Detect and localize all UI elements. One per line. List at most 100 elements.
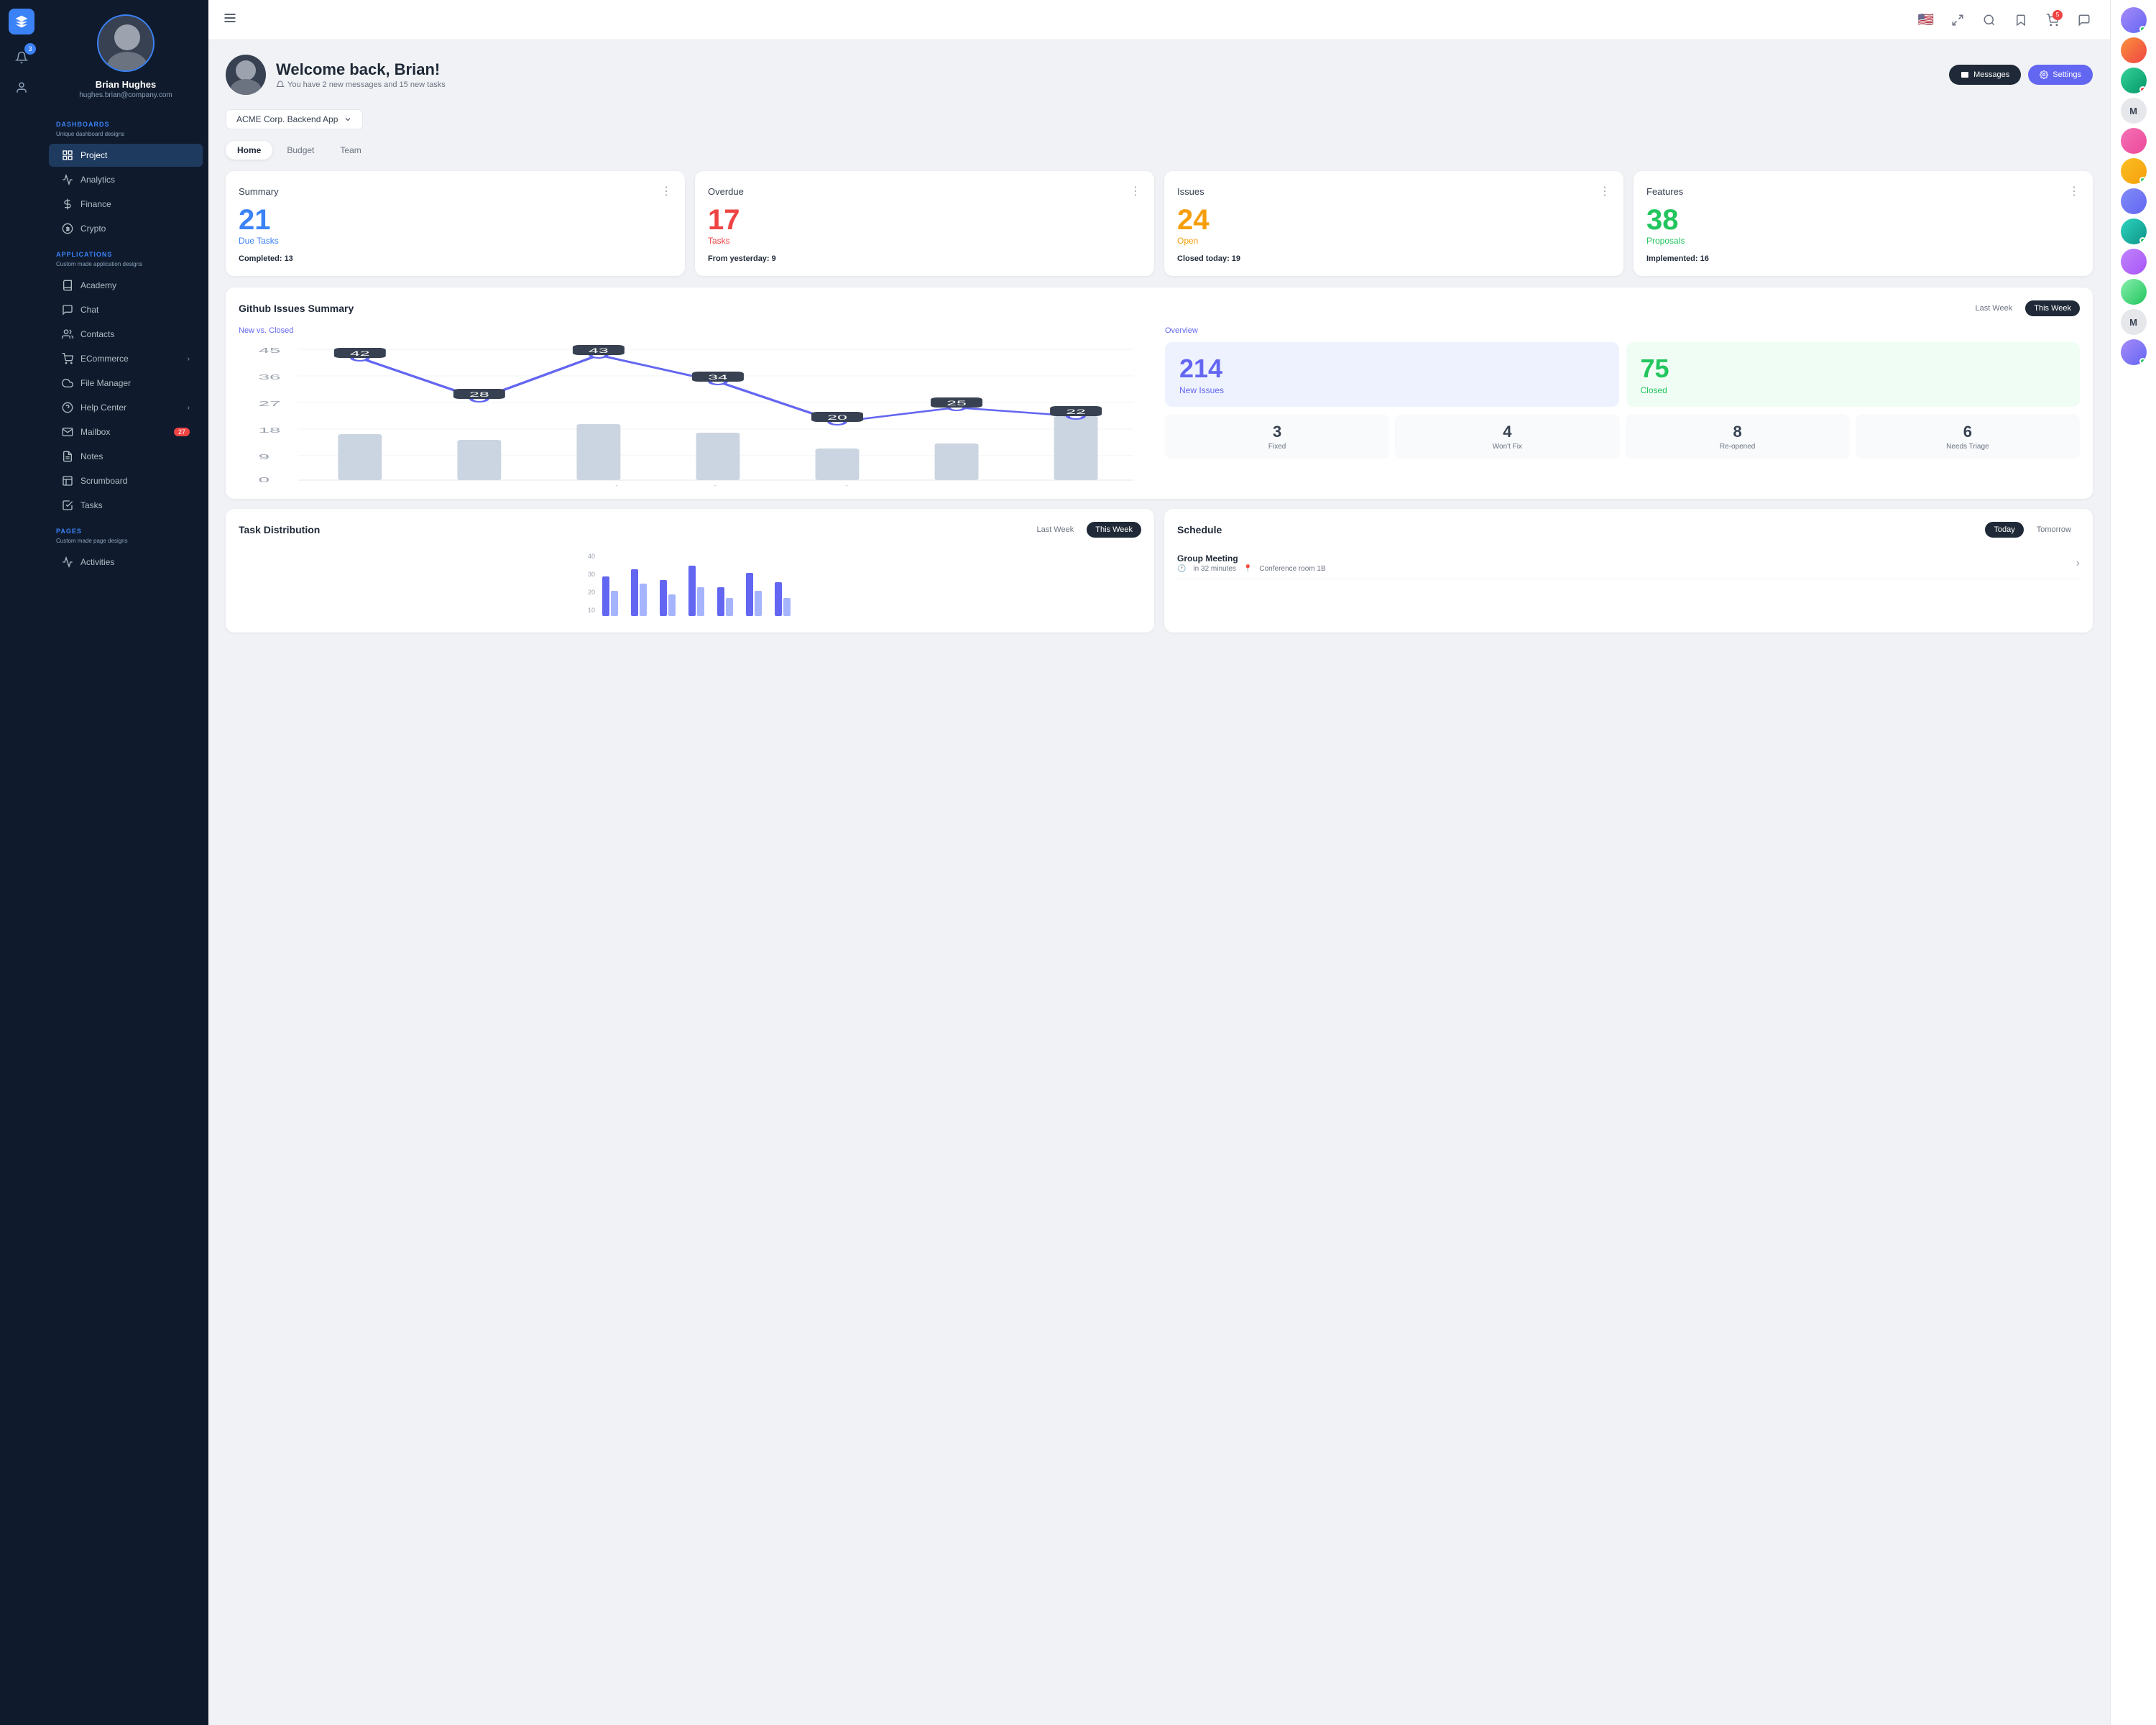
menu-toggle[interactable] [223, 11, 237, 29]
svg-text:30: 30 [588, 571, 595, 578]
sidebar-item-contacts[interactable]: Contacts [49, 323, 203, 346]
right-avatar-9[interactable] [2121, 249, 2147, 275]
new-issues-label: New Issues [1179, 385, 1605, 395]
flag-icon-btn[interactable]: 🇺🇸 [1915, 9, 1938, 32]
messages-topbar-btn[interactable] [2073, 9, 2096, 32]
github-last-week-btn[interactable]: Last Week [1966, 300, 2021, 316]
app-logo[interactable] [9, 9, 34, 34]
sidebar-item-label: File Manager [80, 378, 131, 388]
dashboards-section-label: DASHBOARDS [43, 111, 208, 131]
notification-badge: 3 [24, 43, 36, 55]
overview-bottom: 3 Fixed 4 Won't Fix 8 Re-opened 6 [1165, 414, 2080, 459]
chart-area: New vs. Closed 45 36 27 18 9 0 [239, 326, 1153, 486]
svg-text:18: 18 [259, 426, 281, 434]
sidebar-item-activities[interactable]: Activities [49, 551, 203, 574]
chevron-down-icon [344, 115, 352, 124]
right-avatar-12[interactable] [2121, 339, 2147, 365]
right-avatar-1[interactable] [2121, 7, 2147, 33]
card-features-menu[interactable]: ⋮ [2068, 184, 2080, 198]
mailbox-badge: 27 [174, 428, 190, 436]
sidebar-item-label: Tasks [80, 500, 103, 510]
card-summary-menu[interactable]: ⋮ [660, 184, 672, 198]
task-dist-svg: 40 30 20 10 [246, 548, 1134, 620]
svg-text:10: 10 [588, 607, 595, 614]
svg-text:Mon: Mon [341, 484, 379, 486]
svg-text:27: 27 [259, 400, 281, 408]
sidebar-item-crypto[interactable]: Crypto [49, 217, 203, 240]
overview-top: 214 New Issues 75 Closed [1165, 342, 2080, 407]
schedule-section: Schedule Today Tomorrow Group Meeting 🕐 … [1164, 509, 2093, 632]
sidebar-item-project[interactable]: Project [49, 144, 203, 167]
ecommerce-chevron: › [188, 355, 190, 363]
sidebar-item-label: Mailbox [80, 427, 110, 437]
svg-text:22: 22 [1066, 408, 1086, 415]
schedule-today-btn[interactable]: Today [1985, 522, 2023, 538]
sidebar-item-helpcenter[interactable]: Help Center › [49, 396, 203, 419]
applications-section-label: APPLICATIONS [43, 241, 208, 261]
tab-team[interactable]: Team [328, 141, 372, 160]
right-avatar-2[interactable] [2121, 37, 2147, 63]
sidebar-item-ecommerce[interactable]: ECommerce › [49, 347, 203, 370]
flag-icon: 🇺🇸 [1918, 12, 1934, 27]
cart-btn[interactable]: 5 [2041, 9, 2064, 32]
right-avatar-3[interactable] [2121, 68, 2147, 93]
sidebar-item-tasks[interactable]: Tasks [49, 494, 203, 517]
github-this-week-btn[interactable]: This Week [2025, 300, 2080, 316]
right-avatar-11[interactable]: M [2121, 309, 2147, 335]
bookmark-btn[interactable] [2009, 9, 2032, 32]
tab-home[interactable]: Home [226, 141, 272, 160]
search-btn[interactable] [1978, 9, 2001, 32]
book-icon [62, 280, 73, 291]
sidebar-item-label: Activities [80, 557, 114, 567]
profile-btn[interactable] [9, 75, 34, 101]
overview-fixed: 3 Fixed [1165, 414, 1389, 459]
sidebar-item-chat[interactable]: Chat [49, 298, 203, 321]
overview-label: Overview [1165, 326, 2080, 335]
card-summary: Summary ⋮ 21 Due Tasks Completed: 13 [226, 171, 685, 276]
right-avatar-4[interactable]: M [2121, 98, 2147, 124]
right-avatar-6[interactable] [2121, 158, 2147, 184]
right-avatar-10[interactable] [2121, 279, 2147, 305]
task-this-week-btn[interactable]: This Week [1087, 522, 1141, 538]
sidebar-item-finance[interactable]: Finance [49, 193, 203, 216]
sidebar-item-scrumboard[interactable]: Scrumboard [49, 469, 203, 492]
sidebar-item-analytics[interactable]: Analytics [49, 168, 203, 191]
card-issues-menu[interactable]: ⋮ [1599, 184, 1611, 198]
mail-icon [62, 426, 73, 438]
online-dot-6 [2139, 177, 2146, 183]
online-dot-1 [2139, 26, 2146, 32]
sidebar-item-label: Chat [80, 305, 98, 315]
note-icon [62, 451, 73, 462]
card-overdue-title: Overdue [708, 186, 744, 197]
sidebar-item-filemanager[interactable]: File Manager [49, 372, 203, 395]
task-last-week-btn[interactable]: Last Week [1028, 522, 1082, 538]
card-overdue-menu[interactable]: ⋮ [1130, 184, 1141, 198]
fullscreen-btn[interactable] [1946, 9, 1969, 32]
schedule-title: Schedule [1177, 524, 1222, 535]
cart-icon [62, 353, 73, 364]
project-selector[interactable]: ACME Corp. Backend App [226, 109, 363, 129]
schedule-time-icon: 🕐 [1177, 565, 1186, 573]
sidebar-item-mailbox[interactable]: Mailbox 27 [49, 420, 203, 443]
github-title: Github Issues Summary [239, 303, 354, 314]
wontfix-label: Won't Fix [1404, 443, 1611, 451]
schedule-tomorrow-btn[interactable]: Tomorrow [2028, 522, 2080, 538]
svg-text:Tue: Tue [463, 484, 497, 486]
messages-button[interactable]: Messages [1949, 65, 2021, 85]
notifications-btn[interactable]: 3 [9, 45, 34, 70]
sidebar-item-academy[interactable]: Academy [49, 274, 203, 297]
sidebar-item-notes[interactable]: Notes [49, 445, 203, 468]
message-icon [2078, 14, 2091, 27]
settings-button[interactable]: Settings [2028, 65, 2093, 85]
card-summary-label: Due Tasks [239, 236, 672, 246]
schedule-chevron[interactable]: › [2076, 557, 2080, 570]
right-avatar-7[interactable] [2121, 188, 2147, 214]
chart-label: New vs. Closed [239, 326, 1153, 335]
dollar-icon [62, 198, 73, 210]
right-avatar-8[interactable] [2121, 218, 2147, 244]
tab-budget[interactable]: Budget [275, 141, 326, 160]
card-overdue-footer: From yesterday: 9 [708, 254, 1141, 263]
card-overdue-number: 17 [708, 206, 1141, 234]
svg-text:28: 28 [469, 391, 489, 398]
right-avatar-5[interactable] [2121, 128, 2147, 154]
